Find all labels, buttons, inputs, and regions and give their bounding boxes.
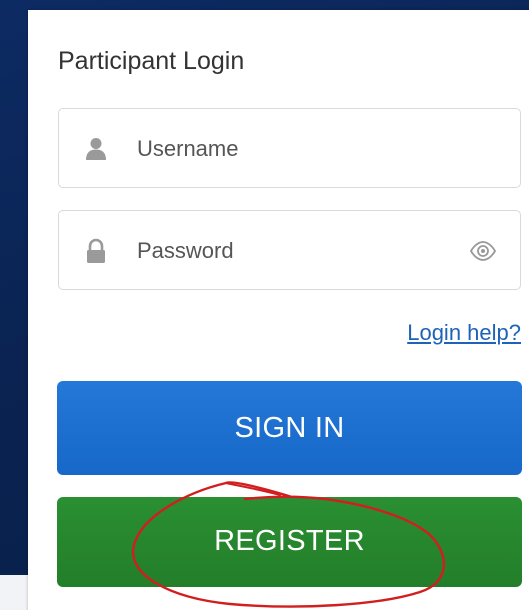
sign-in-button[interactable]: SIGN IN <box>57 381 522 475</box>
eye-icon[interactable] <box>469 239 497 263</box>
user-icon <box>86 138 106 160</box>
login-help-link[interactable]: Login help? <box>407 318 521 348</box>
password-field[interactable]: Password <box>58 210 521 290</box>
register-button[interactable]: REGISTER <box>57 497 522 587</box>
lock-icon <box>87 238 105 263</box>
username-field[interactable]: Username <box>58 108 521 188</box>
password-placeholder: Password <box>137 238 234 263</box>
username-placeholder: Username <box>137 136 239 161</box>
login-title: Participant Login <box>58 47 245 75</box>
